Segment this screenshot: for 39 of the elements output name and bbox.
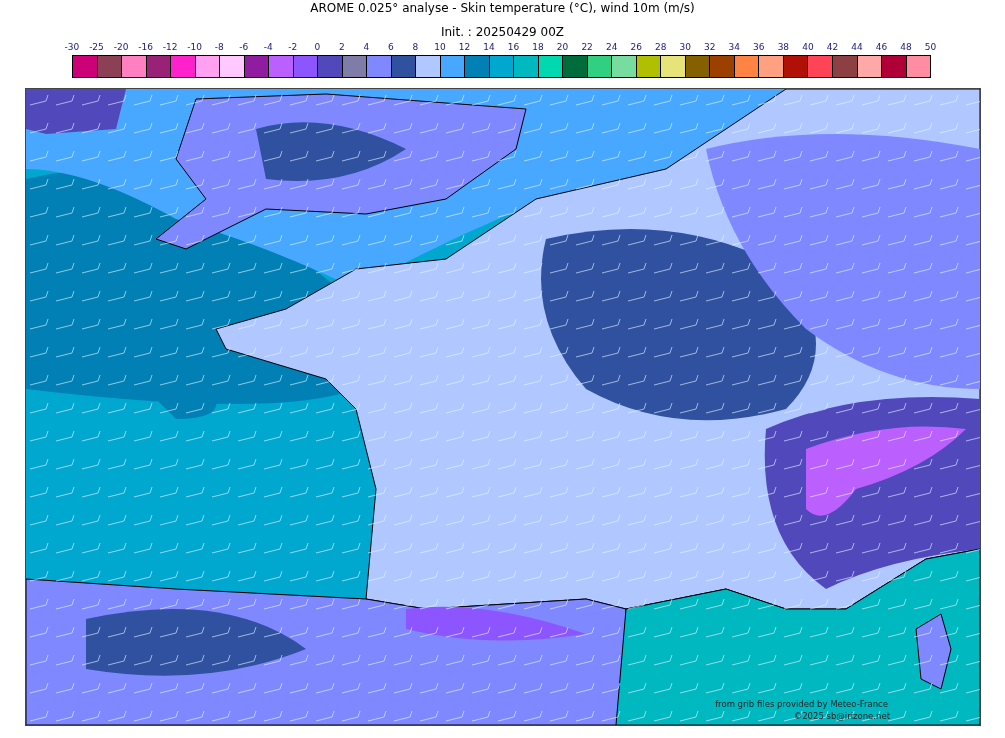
colorbar-tick-label: 42 — [825, 41, 840, 54]
colorbar-tick-label: 26 — [629, 41, 643, 54]
colorbar-tick-label: 46 — [874, 41, 889, 54]
colorbar-tick-label: 14 — [482, 41, 496, 54]
colorbar-tick-label: 28 — [653, 41, 668, 54]
colorbar-tick-label: 24 — [604, 41, 619, 54]
colorbar-tick-label: -30 — [63, 41, 81, 54]
colorbar-tick-label: 30 — [678, 41, 692, 54]
colorbar-tick-label: 16 — [506, 41, 521, 54]
colorbar-tick-label: -12 — [161, 41, 179, 54]
chart-title: AROME 0.025° analyse - Skin temperature (°C), wind 10m (m/s) — [309, 0, 696, 17]
colorbar-tick-label: 48 — [899, 41, 913, 54]
colorbar-tick-label: 0 — [313, 41, 322, 54]
colorbar-tick-label: -10 — [186, 41, 203, 54]
colorbar-tick-label: 8 — [411, 41, 420, 54]
colorbar-tick-label: 44 — [850, 41, 864, 54]
colorbar-tick-label: 34 — [727, 41, 741, 54]
colorbar-tick-label: -8 — [213, 41, 225, 54]
colorbar-tick-label: -25 — [88, 41, 105, 54]
colorbar-tick-label: 10 — [433, 41, 447, 54]
colorbar-tick-label: 38 — [776, 41, 791, 54]
colorbar-tick-label: -20 — [112, 41, 130, 54]
colorbar-tick-label: -16 — [137, 41, 154, 54]
init-time: Init. : 20250429 00Z — [439, 25, 566, 41]
colorbar-tick-label: 18 — [531, 41, 545, 54]
colorbar-tick-label: 6 — [387, 41, 395, 54]
colorbar-tick-label: 22 — [580, 41, 594, 54]
credit-text: from grib files provided by Meteo-France — [715, 699, 888, 709]
colorbar-tick-label: 40 — [801, 41, 815, 54]
colorbar-tick-label: -6 — [238, 41, 250, 54]
colorbar-tick-label: 2 — [337, 41, 346, 54]
colorbar-tick-label: 36 — [752, 41, 766, 54]
colorbar-tick-label: 50 — [923, 41, 938, 54]
colorbar-tick-label: 12 — [457, 41, 472, 54]
colorbar-tick-label: 20 — [555, 41, 570, 54]
colorbar-tick-label: -2 — [287, 41, 299, 54]
colorbar-tick-label: 4 — [362, 41, 371, 54]
colorbar-tick-label: -4 — [262, 41, 274, 54]
colorbar-tick-label: 32 — [703, 41, 717, 54]
